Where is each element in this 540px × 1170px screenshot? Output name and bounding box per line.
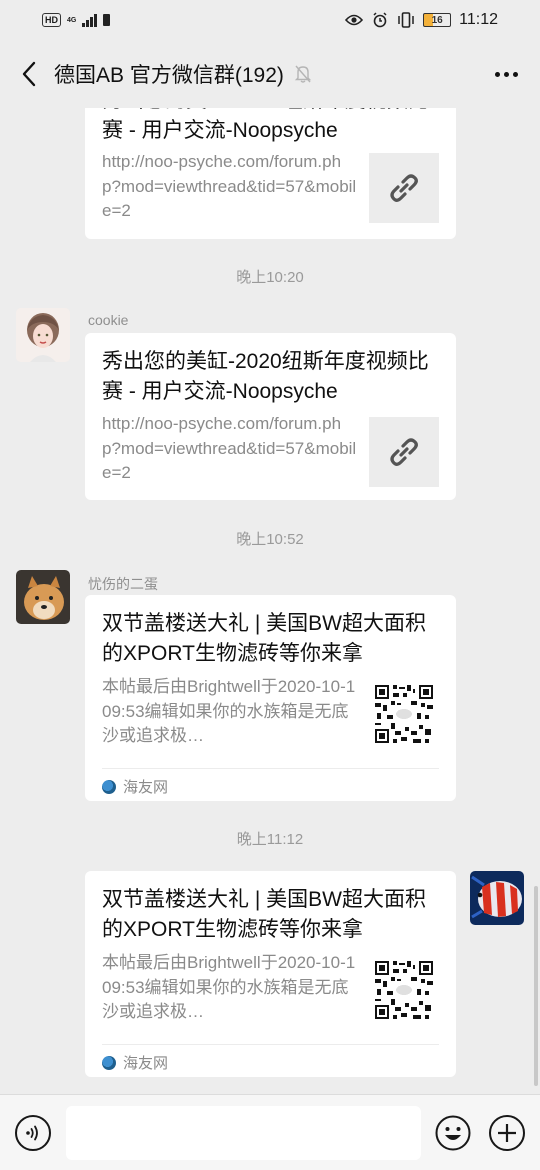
card-divider (102, 1044, 439, 1045)
link-icon (369, 153, 439, 223)
qr-code-icon (373, 959, 435, 1021)
source-logo-icon (102, 1055, 116, 1070)
message-input[interactable] (66, 1106, 421, 1160)
article-card[interactable]: 双节盖楼送大礼 | 美国BW超大面积的XPORT生物滤砖等你来拿 本帖最后由Br… (85, 595, 456, 801)
timestamp: 晚上10:20 (236, 269, 304, 286)
avatar[interactable] (16, 308, 70, 362)
more-functions-button[interactable] (489, 1115, 525, 1151)
input-bar (0, 1094, 540, 1170)
status-right: 16 11:12 (345, 11, 498, 29)
network-type: 4G (67, 16, 77, 24)
card-summary: 本帖最后由Brightwell于2020-10-109:53编辑如果你的水族箱是… (102, 677, 356, 745)
source-name: 海友网 (123, 1055, 169, 1072)
vibrate-icon (397, 12, 415, 28)
plus-icon (498, 1124, 516, 1142)
signal-icon (82, 13, 97, 27)
card-title: 双节盖楼送大礼 | 美国BW超大面积的XPORT生物滤砖等你来拿 (102, 888, 426, 941)
sim-icon (102, 14, 110, 26)
chat-area[interactable]: 秀出您的美缸-2020纽斯年度视频比赛 - 用户交流-Noopsyche htt… (0, 108, 540, 1094)
link-card[interactable]: 秀出您的美缸-2020纽斯年度视频比赛 - 用户交流-Noopsyche htt… (85, 108, 456, 239)
chat-title: 德国AB 官方微信群(192) (54, 64, 284, 87)
voice-icon (26, 1125, 38, 1141)
clock: 11:12 (459, 11, 498, 28)
source-logo-icon (102, 779, 116, 794)
emoji-button[interactable] (435, 1115, 471, 1151)
status-bar: HD 4G 16 11:12 (0, 0, 540, 40)
mute-bell-icon (294, 64, 312, 84)
card-summary: 本帖最后由Brightwell于2020-10-109:53编辑如果你的水族箱是… (102, 953, 356, 1021)
chat-header: 德国AB 官方微信群(192) (0, 40, 540, 108)
hd-badge: HD (42, 13, 61, 27)
link-card[interactable]: 秀出您的美缸-2020纽斯年度视频比赛 - 用户交流-Noopsyche htt… (85, 333, 456, 500)
my-avatar[interactable] (470, 871, 524, 925)
scrollbar[interactable] (534, 886, 538, 1086)
sender-name: 忧伤的二蛋 (88, 576, 158, 592)
card-title: 秀出您的美缸-2020纽斯年度视频比赛 - 用户交流-Noopsyche (102, 108, 429, 142)
timestamp: 晚上10:52 (236, 531, 304, 548)
source-name: 海友网 (123, 779, 169, 796)
card-url: http://noo-psyche.com/forum.php?mod=view… (102, 414, 357, 482)
more-options-icon[interactable] (486, 59, 526, 89)
timestamp: 晚上11:12 (236, 831, 304, 848)
back-icon[interactable] (14, 56, 44, 92)
article-card[interactable]: 双节盖楼送大礼 | 美国BW超大面积的XPORT生物滤砖等你来拿 本帖最后由Br… (85, 871, 456, 1077)
voice-input-button[interactable] (15, 1115, 51, 1151)
eye-icon (345, 12, 364, 28)
alarm-icon (371, 12, 389, 28)
emoji-icon (435, 1115, 471, 1151)
card-source: 海友网 (102, 776, 168, 797)
card-title: 双节盖楼送大礼 | 美国BW超大面积的XPORT生物滤砖等你来拿 (102, 612, 426, 665)
sender-name: cookie (88, 312, 129, 328)
avatar[interactable] (16, 570, 70, 624)
battery-icon: 16 (423, 13, 452, 27)
card-divider (102, 768, 439, 769)
card-url: http://noo-psyche.com/forum.php?mod=view… (102, 152, 357, 220)
card-source: 海友网 (102, 1052, 168, 1073)
status-left: HD 4G (42, 13, 110, 27)
qr-code-icon (373, 683, 435, 745)
card-title: 秀出您的美缸-2020纽斯年度视频比赛 - 用户交流-Noopsyche (102, 350, 429, 403)
link-icon (369, 417, 439, 487)
